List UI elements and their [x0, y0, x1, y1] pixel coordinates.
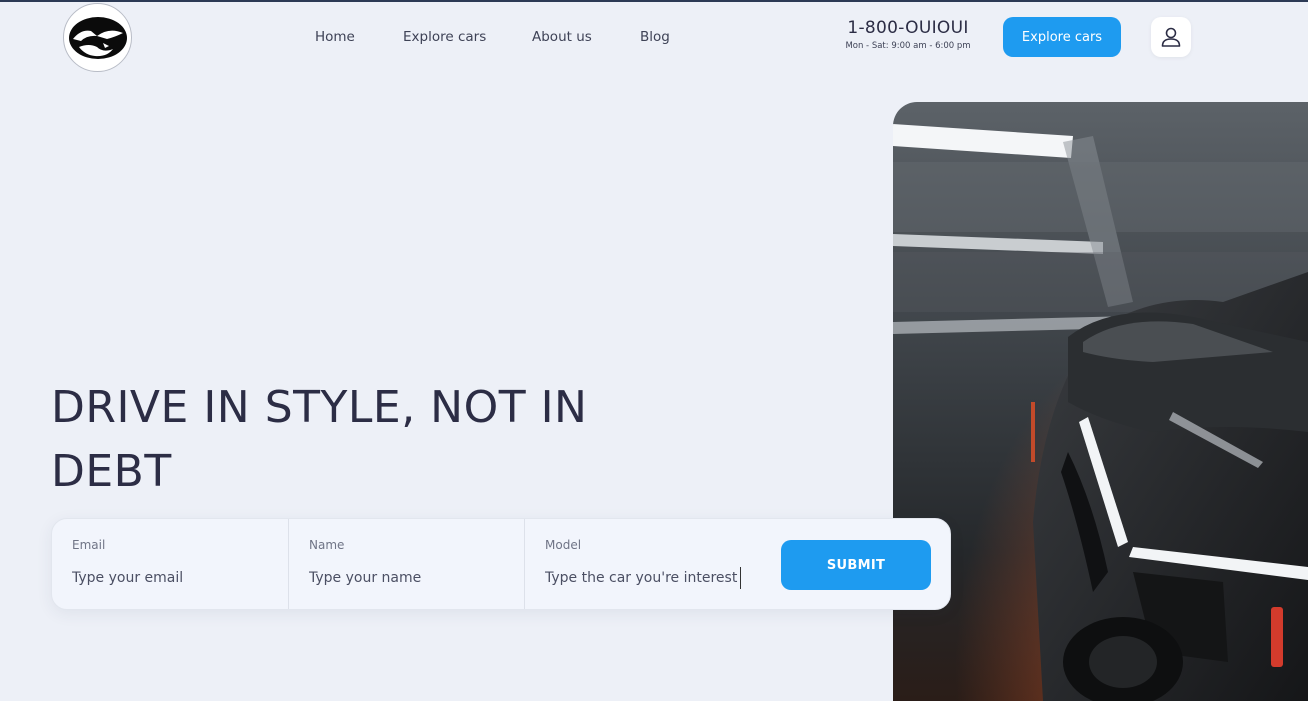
business-hours: Mon - Sat: 9:00 am - 6:00 pm [845, 41, 971, 51]
inquiry-form: Email Name Model SUBMIT [51, 518, 951, 610]
user-icon [1161, 27, 1181, 47]
sports-car-illustration [893, 102, 1308, 701]
phone-contact: 1-800-OUIOUI Mon - Sat: 9:00 am - 6:00 p… [838, 18, 978, 51]
site-logo[interactable] [63, 3, 132, 72]
top-border-line [0, 0, 1308, 2]
name-label: Name [309, 538, 345, 552]
user-account-button[interactable] [1151, 17, 1191, 57]
nav-home-link[interactable]: Home [315, 29, 355, 45]
name-field-group: Name [289, 519, 525, 609]
name-input[interactable] [309, 567, 509, 589]
email-field-group: Email [52, 519, 289, 609]
panther-logo-icon [68, 16, 127, 59]
nav-about-us-link[interactable]: About us [532, 29, 592, 45]
explore-cars-button[interactable]: Explore cars [1003, 17, 1121, 57]
model-input[interactable] [545, 567, 741, 589]
phone-number: 1-800-OUIOUI [847, 18, 969, 38]
model-field-group: Model [525, 519, 775, 609]
nav-explore-cars-link[interactable]: Explore cars [403, 29, 486, 45]
submit-button[interactable]: SUBMIT [781, 540, 931, 590]
hero-car-image [893, 102, 1308, 701]
model-label: Model [545, 538, 582, 552]
nav-blog-link[interactable]: Blog [640, 29, 670, 45]
email-input[interactable] [72, 567, 272, 589]
email-label: Email [72, 538, 106, 552]
hero-title: DRIVE IN STYLE, NOT IN DEBT [51, 382, 588, 497]
